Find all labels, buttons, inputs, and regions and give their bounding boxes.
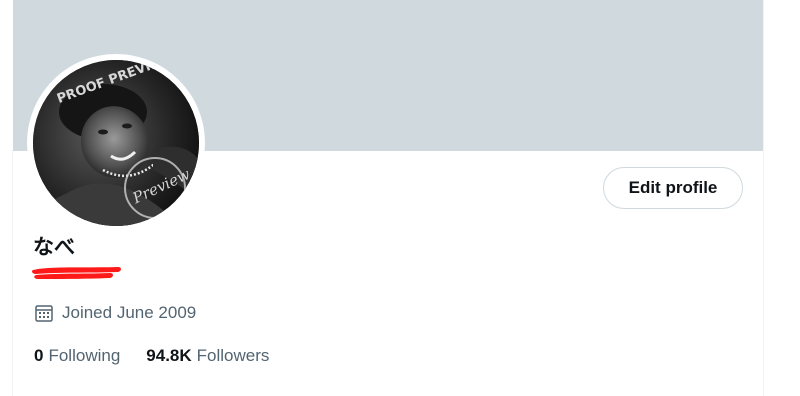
right-gutter: [764, 0, 800, 396]
edit-profile-label: Edit profile: [628, 178, 718, 197]
following-link[interactable]: 0 Following: [34, 346, 120, 366]
followers-label: Followers: [196, 346, 270, 365]
following-count: 0: [34, 346, 44, 365]
left-gutter: [0, 0, 12, 396]
column-divider: [763, 0, 764, 396]
joined-date-text: Joined June 2009: [62, 303, 197, 322]
followers-count: 94.8K: [146, 346, 192, 365]
column-divider: [12, 150, 13, 396]
following-label: Following: [48, 346, 121, 365]
joined-date-row: Joined June 2009: [34, 303, 196, 323]
edit-profile-button[interactable]: Edit profile: [603, 167, 743, 209]
follow-stats: 0 Following 94.8K Followers: [34, 346, 295, 366]
followers-link[interactable]: 94.8K Followers: [146, 346, 269, 366]
avatar-photo: PROOF PREVIEW Preview: [33, 60, 199, 226]
calendar-icon: [34, 303, 54, 323]
handle-redaction: [32, 267, 121, 279]
avatar[interactable]: PROOF PREVIEW Preview: [33, 60, 199, 226]
profile-page: PROOF PREVIEW Preview Edit profile なべ Jo…: [0, 0, 800, 396]
display-name: なべ: [33, 235, 75, 259]
